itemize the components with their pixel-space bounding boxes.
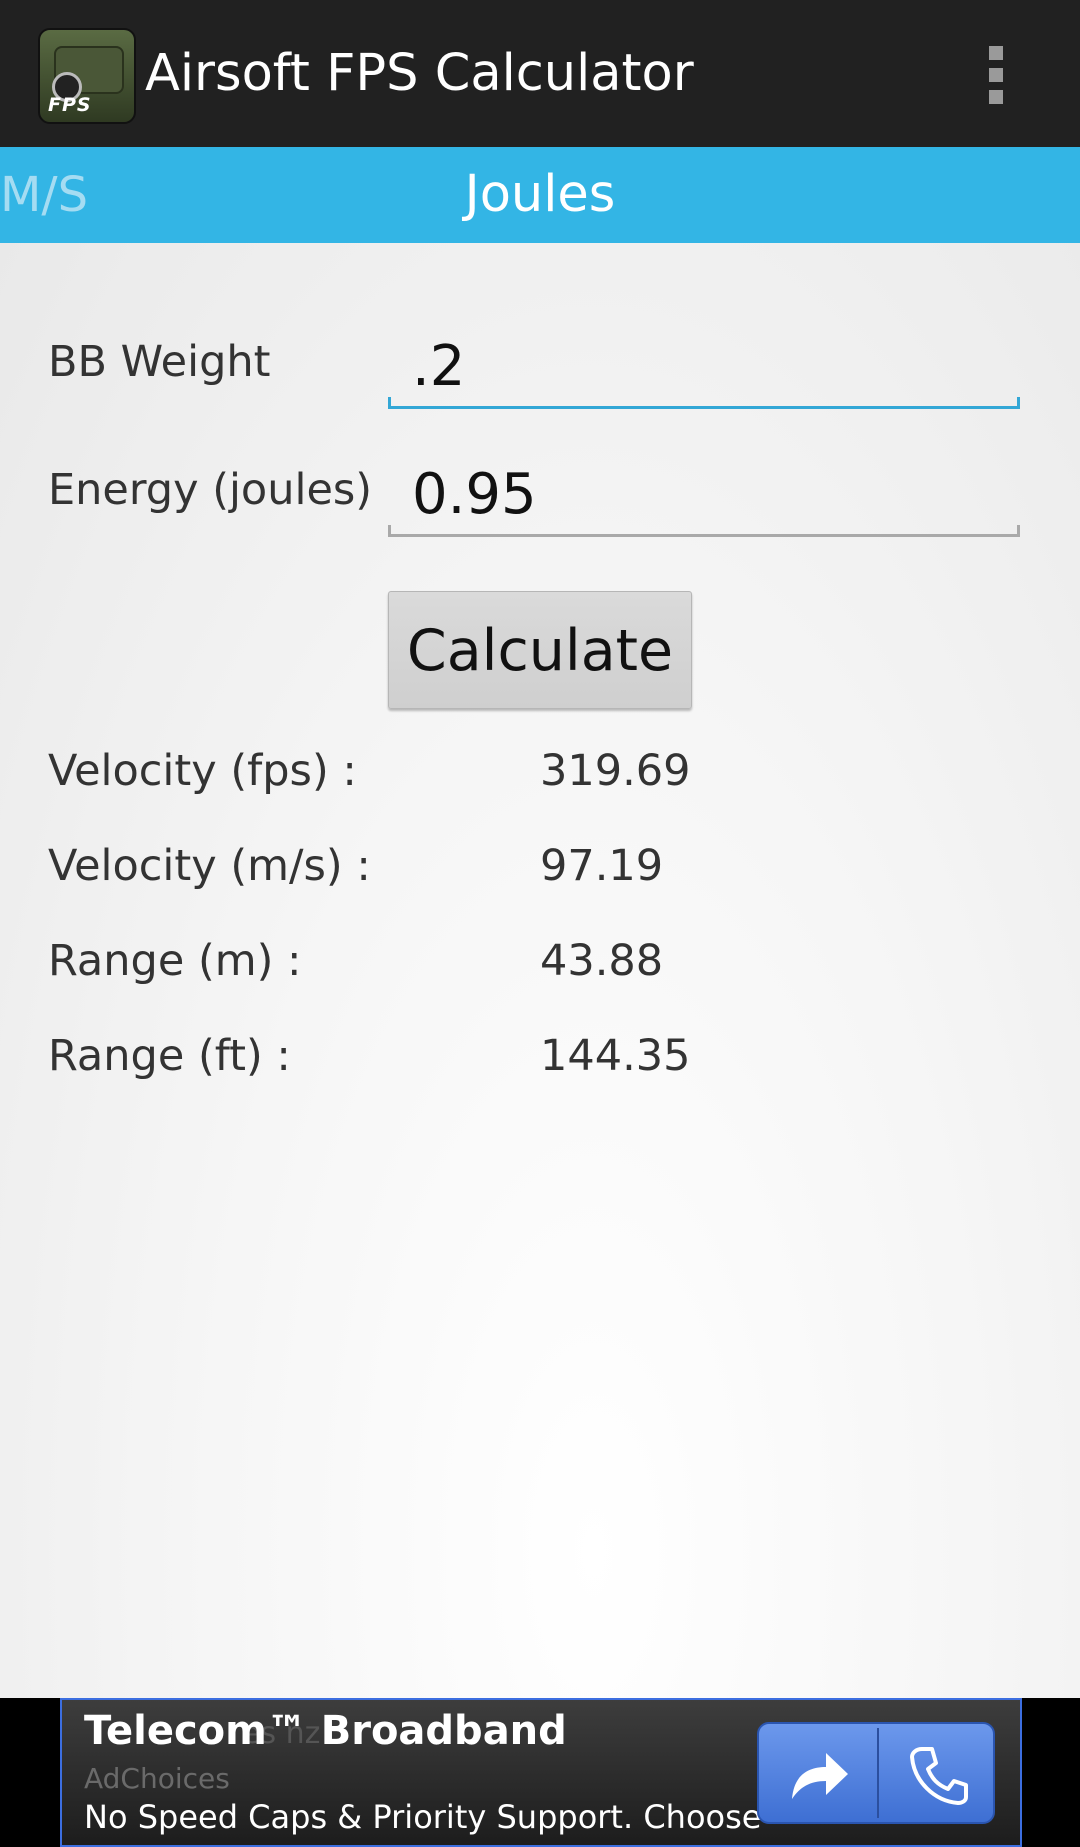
app-icon-label: FPS <box>48 94 92 116</box>
energy-input[interactable] <box>412 459 1012 529</box>
overflow-menu-icon[interactable] <box>980 40 1010 110</box>
bb-weight-field[interactable] <box>388 331 1020 409</box>
share-arrow-icon <box>792 1753 848 1799</box>
energy-underline <box>388 525 1020 537</box>
ad-area: es nz Telecom™ Broadband AdChoices No Sp… <box>0 1698 1080 1847</box>
ad-banner[interactable]: es nz Telecom™ Broadband AdChoices No Sp… <box>60 1698 1022 1847</box>
bb-weight-label: BB Weight <box>48 337 271 387</box>
range-m-label: Range (m) : <box>48 936 302 986</box>
calculate-button[interactable]: Calculate <box>388 591 692 709</box>
bb-weight-input[interactable] <box>412 331 1012 401</box>
phone-icon <box>910 1747 968 1805</box>
app-icon[interactable]: FPS <box>38 28 136 124</box>
adchoices-label[interactable]: AdChoices <box>84 1762 230 1795</box>
tab-joules[interactable]: Joules <box>0 167 1080 223</box>
ad-share-button[interactable] <box>759 1724 877 1822</box>
range-m-value: 43.88 <box>540 936 664 986</box>
energy-field[interactable] <box>388 459 1020 537</box>
velocity-ms-value: 97.19 <box>540 841 664 891</box>
velocity-ms-label: Velocity (m/s) : <box>48 841 371 891</box>
velocity-fps-value: 319.69 <box>540 746 691 796</box>
calculator-form: BB Weight Energy (joules) Calculate Velo… <box>0 243 1080 1698</box>
ad-title[interactable]: Telecom™ Broadband <box>84 1708 567 1754</box>
range-ft-label: Range (ft) : <box>48 1031 291 1081</box>
action-bar: FPS Airsoft FPS Calculator <box>0 0 1080 147</box>
energy-label: Energy (joules) <box>48 465 373 515</box>
tab-strip: M/S Joules <box>0 147 1080 243</box>
range-ft-value: 144.35 <box>540 1031 691 1081</box>
velocity-fps-label: Velocity (fps) : <box>48 746 357 796</box>
ad-text[interactable]: No Speed Caps & Priority Support. Choose <box>84 1798 761 1836</box>
ad-call-button[interactable] <box>879 1724 997 1822</box>
bb-weight-underline <box>388 397 1020 409</box>
ad-actions <box>757 1722 995 1824</box>
app-title: Airsoft FPS Calculator <box>145 44 694 103</box>
